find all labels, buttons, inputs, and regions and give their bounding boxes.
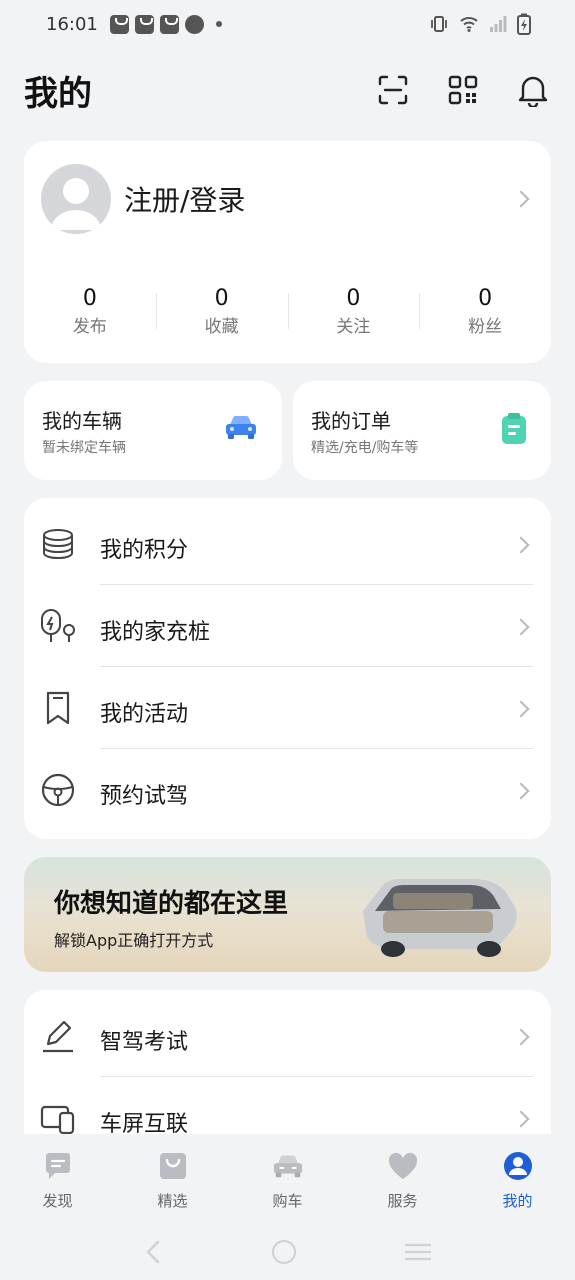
tab-buy-car[interactable]: 购车 [230, 1134, 345, 1224]
steering-wheel-icon [41, 773, 75, 807]
battery-charging-icon [517, 13, 531, 35]
tab-label: 购车 [272, 1192, 303, 1210]
notifications-button[interactable] [515, 72, 551, 108]
my-vehicle-subtitle: 暂未绑定车辆 [42, 440, 126, 456]
avatar[interactable] [41, 164, 111, 234]
menu-item-label: 智驾考试 [100, 1030, 189, 1055]
my-vehicle-card[interactable]: 我的车辆 暂未绑定车辆 [24, 381, 282, 480]
user-icon [502, 1150, 534, 1182]
scan-button[interactable] [375, 72, 411, 108]
stat-followers[interactable]: 0 粉丝 [419, 285, 551, 339]
screen-link-icon [40, 1105, 75, 1135]
more-notifications-dot-icon [215, 21, 222, 27]
recents-icon[interactable] [404, 1241, 432, 1263]
tab-label: 服务 [387, 1192, 418, 1210]
chat-bubble-icon [42, 1150, 74, 1182]
tab-discover[interactable]: 发现 [0, 1134, 115, 1224]
car-icon [272, 1150, 304, 1182]
stat-posts[interactable]: 0 发布 [24, 285, 156, 339]
stat-label: 关注 [336, 317, 371, 337]
shopping-bag-notification-icon [109, 14, 129, 34]
stat-label: 粉丝 [468, 317, 503, 337]
menu-item-label: 预约试驾 [100, 784, 189, 809]
menu-item-label: 我的积分 [100, 538, 189, 563]
system-nav-bar [0, 1224, 575, 1280]
header-actions [375, 72, 551, 108]
chevron-right-icon [512, 1028, 530, 1046]
stat-value: 0 [478, 286, 493, 311]
shopping-bag-icon [157, 1150, 189, 1182]
bottom-tab-bar: 发现 精选 购车 服务 我的 [0, 1134, 575, 1224]
car-illustration-icon [363, 879, 517, 957]
home-icon[interactable] [271, 1239, 297, 1265]
scan-icon [378, 75, 408, 105]
profile-stats: 0 发布 0 收藏 0 关注 0 粉丝 [24, 285, 551, 339]
heart-icon [387, 1150, 419, 1182]
chevron-right-icon [512, 618, 530, 636]
tab-label: 精选 [157, 1192, 188, 1210]
tab-label: 发现 [42, 1192, 73, 1210]
status-time: 16:01 [46, 13, 98, 35]
my-orders-title: 我的订单 [311, 409, 391, 433]
stat-following[interactable]: 0 关注 [287, 285, 420, 339]
banner-title: 你想知道的都在这里 [54, 889, 289, 919]
menu-item-test-drive[interactable]: 预约试驾 [24, 749, 551, 831]
stat-favorites[interactable]: 0 收藏 [155, 285, 288, 339]
signal-icon [490, 16, 507, 32]
status-bar: 16:01 [0, 0, 575, 48]
stat-value: 0 [346, 286, 361, 311]
chevron-right-icon [512, 700, 530, 718]
status-indicators [429, 13, 531, 35]
vibrate-icon [431, 16, 447, 32]
banner-subtitle: 解锁App正确打开方式 [54, 931, 214, 950]
my-orders-subtitle: 精选/充电/购车等 [311, 440, 419, 456]
menu-item-activities[interactable]: 我的活动 [24, 667, 551, 749]
stat-label: 发布 [72, 317, 107, 337]
edit-pencil-icon [43, 1020, 73, 1053]
tab-service[interactable]: 服务 [345, 1134, 460, 1224]
coins-stack-icon [43, 529, 73, 560]
default-avatar-icon [51, 178, 101, 230]
tab-label: 我的 [502, 1192, 533, 1210]
notification-icons [109, 14, 222, 34]
bell-icon [518, 76, 548, 107]
gauge-notification-icon [184, 14, 204, 34]
page-header: 我的 [24, 60, 551, 120]
menu-item-home-charger[interactable]: 我的家充桩 [24, 585, 551, 667]
shopping-bag-notification-icon [134, 14, 154, 34]
menu-item-points[interactable]: 我的积分 [24, 503, 551, 585]
menu-item-label: 我的家充桩 [100, 620, 211, 645]
chevron-right-icon [512, 190, 530, 208]
menu-list: 我的积分 我的家充桩 我的活动 预约试驾 [24, 498, 551, 839]
stat-label: 收藏 [204, 317, 239, 337]
promo-banner[interactable]: 你想知道的都在这里 解锁App正确打开方式 [24, 857, 551, 972]
wifi-icon [460, 17, 478, 32]
menu-item-driving-exam[interactable]: 智驾考试 [24, 995, 551, 1077]
car-icon [226, 415, 256, 439]
profile-card[interactable]: 注册/登录 0 发布 0 收藏 0 关注 0 粉丝 [24, 141, 551, 363]
qr-code-icon [448, 75, 478, 105]
my-vehicle-title: 我的车辆 [42, 409, 122, 433]
tab-mine[interactable]: 我的 [460, 1134, 575, 1224]
qr-code-button[interactable] [445, 72, 481, 108]
back-icon[interactable] [144, 1239, 164, 1265]
order-document-icon [502, 413, 526, 444]
chevron-right-icon [512, 1110, 530, 1128]
charging-pile-icon [41, 609, 75, 642]
page-title: 我的 [24, 73, 92, 114]
login-link[interactable]: 注册/登录 [124, 179, 245, 219]
shopping-bag-notification-icon [159, 14, 179, 34]
chevron-right-icon [512, 536, 530, 554]
my-orders-card[interactable]: 我的订单 精选/充电/购车等 [293, 381, 551, 480]
chevron-right-icon [512, 782, 530, 800]
stat-value: 0 [82, 286, 97, 311]
tab-featured[interactable]: 精选 [115, 1134, 230, 1224]
menu-item-label: 我的活动 [100, 702, 189, 727]
bookmark-icon [46, 691, 70, 725]
stat-value: 0 [214, 286, 229, 311]
